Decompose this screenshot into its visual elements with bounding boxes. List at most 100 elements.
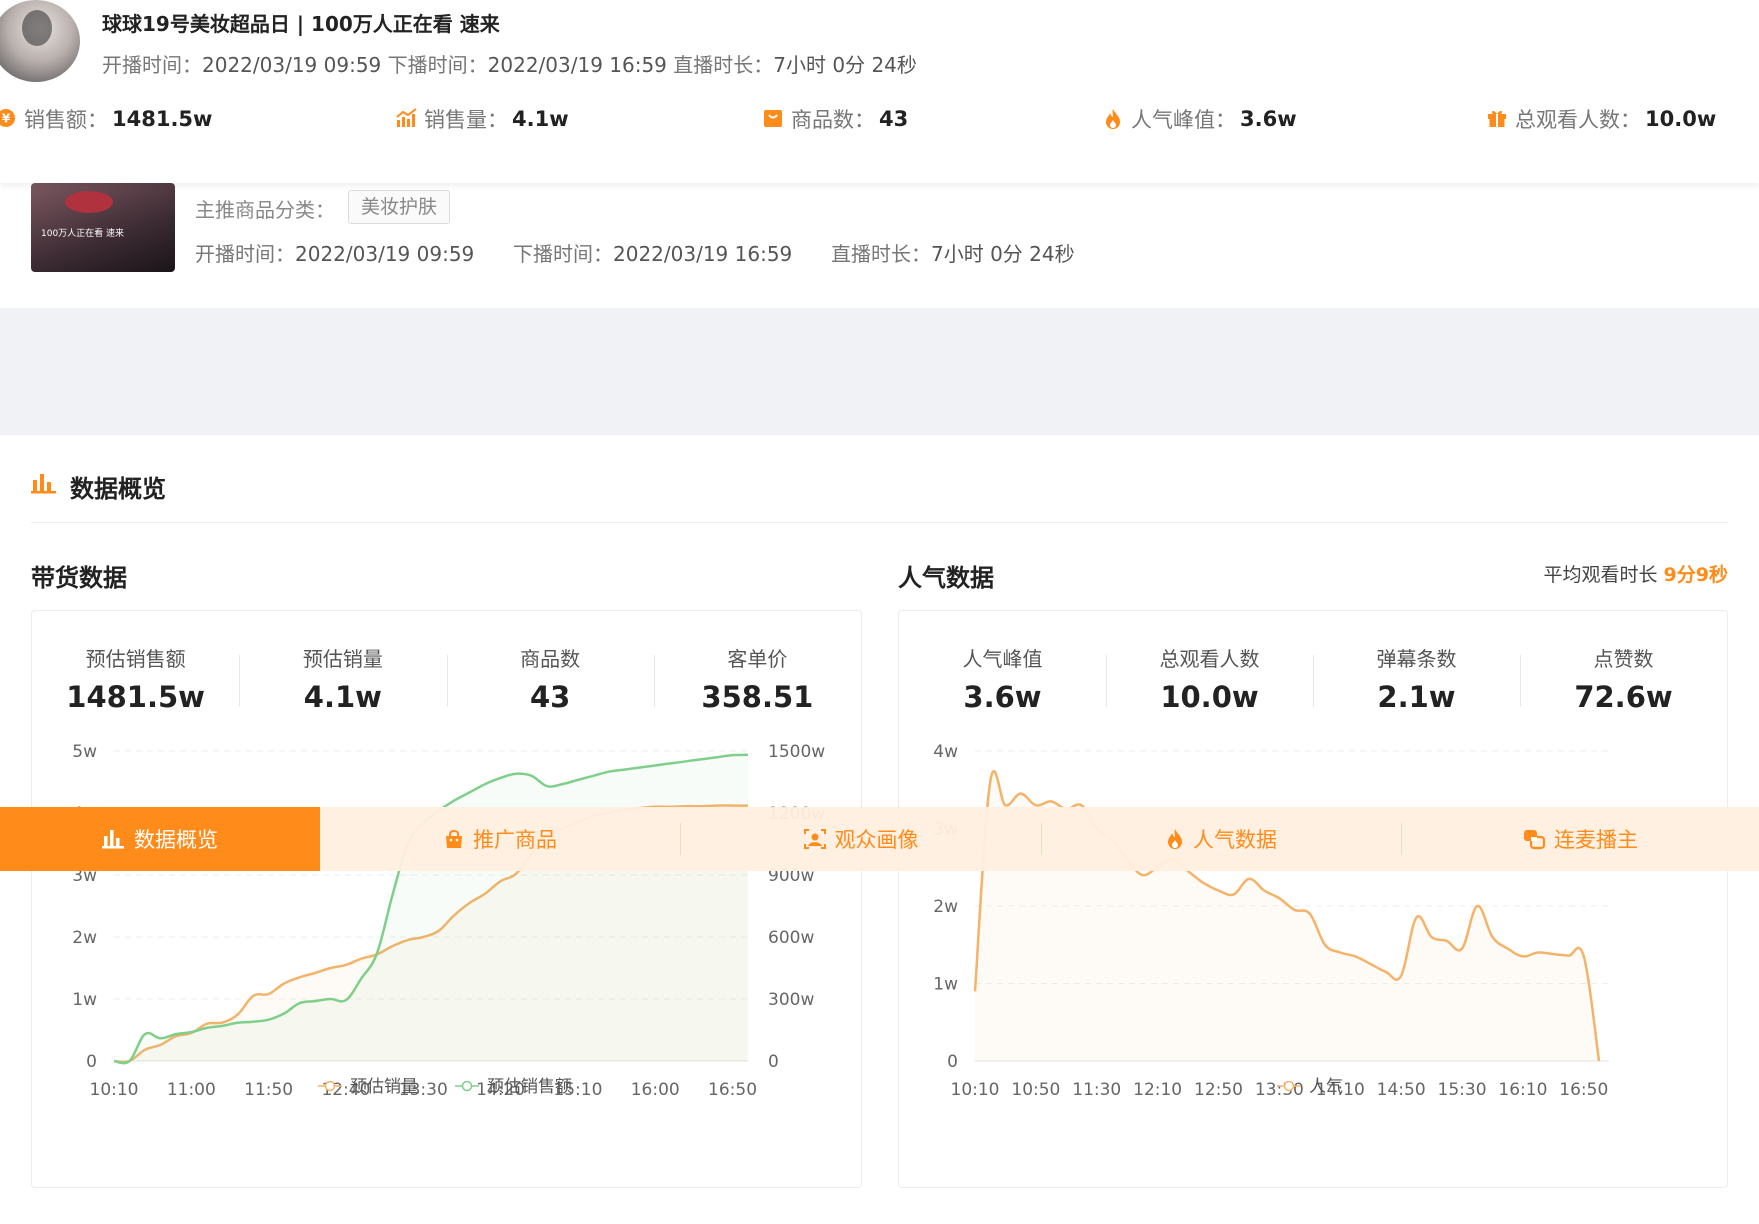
flame-icon xyxy=(1165,828,1185,850)
section-spacer xyxy=(0,308,1759,435)
live-header: 球球19号美妆超品日 | 100万人正在看 速来 开播时间：2022/03/19… xyxy=(0,0,1759,183)
bar-chart-icon xyxy=(31,472,57,498)
stat-label: 人气峰值： xyxy=(1131,108,1236,132)
tab-label: 人气数据 xyxy=(1193,828,1277,852)
x-tick-label: 11:50 xyxy=(244,1080,293,1100)
legend-sales-volume-marker-dot xyxy=(324,1080,336,1092)
tab-label: 数据概览 xyxy=(134,828,218,852)
popularity-chart: 01w2w3w4w10:1010:5011:3012:1012:5013:301… xyxy=(933,742,1609,1100)
y-left-tick-label: 1w xyxy=(72,990,97,1010)
end-time-value: 2022/03/19 16:59 xyxy=(487,53,667,77)
category-label: 主推商品分类： xyxy=(195,198,335,222)
avg-watch-time: 平均观看时长 9分9秒 xyxy=(1543,560,1728,587)
x-tick-label: 16:10 xyxy=(1498,1080,1547,1100)
y-tick-label: 0 xyxy=(947,1052,958,1072)
stat-label: 商品数： xyxy=(791,108,875,132)
stat-product-count: 商品数： 43 xyxy=(763,104,908,134)
legend-sales-volume-label: 预估销量 xyxy=(350,1077,418,1097)
y-right-tick-label: 600w xyxy=(768,928,814,948)
tab-data-overview[interactable]: 数据概览 xyxy=(0,807,320,871)
legend-popularity-marker-dot xyxy=(1283,1080,1295,1092)
start-time-value: 2022/03/19 09:59 xyxy=(295,242,475,266)
stat-value: 10.0w xyxy=(1645,107,1717,131)
live-time-info-secondary: 开播时间：2022/03/19 09:59 下播时间：2022/03/19 16… xyxy=(195,238,1075,267)
x-tick-label: 10:10 xyxy=(90,1080,139,1100)
yen-coin-icon: ¥ xyxy=(0,108,18,130)
live-time-info: 开播时间：2022/03/19 09:59 下播时间：2022/03/19 16… xyxy=(102,49,917,78)
y-right-tick-label: 0 xyxy=(768,1052,779,1072)
tab-promoted-products[interactable]: 推广商品 xyxy=(320,807,680,871)
x-tick-label: 10:10 xyxy=(951,1080,1000,1100)
popularity-section-title: 人气数据 xyxy=(898,564,994,592)
bar-trend-icon xyxy=(396,108,418,130)
avg-watch-value: 9分9秒 xyxy=(1663,564,1728,586)
duration-value: 7小时 0分 24秒 xyxy=(931,242,1075,266)
end-time-label: 下播时间： xyxy=(513,242,613,266)
y-tick-label: 4w xyxy=(933,742,958,762)
overview-title: 数据概览 xyxy=(70,475,166,503)
sales-section-title: 带货数据 xyxy=(31,564,127,592)
tab-label: 推广商品 xyxy=(473,828,557,852)
cover-caption: 100万人正在看 速来 xyxy=(41,229,125,239)
stat-value: 3.6w xyxy=(1240,107,1297,131)
stat-sales-volume: 销售量： 4.1w xyxy=(396,104,569,134)
shopping-bag-icon xyxy=(443,828,465,850)
duration-value: 7小时 0分 24秒 xyxy=(773,53,917,77)
svg-text:¥: ¥ xyxy=(2,112,11,126)
stat-value: 1481.5w xyxy=(112,107,213,131)
x-tick-label: 15:30 xyxy=(1438,1080,1487,1100)
shopping-bag-icon xyxy=(763,108,785,130)
stat-label: 总观看人数： xyxy=(1515,108,1641,132)
legend-sales-amount-label: 预估销售额 xyxy=(487,1077,572,1097)
tab-popularity-data[interactable]: 人气数据 xyxy=(1041,807,1401,871)
legend-popularity-label: 人气 xyxy=(1309,1077,1343,1097)
y-tick-label: 1w xyxy=(933,975,958,995)
stat-value: 43 xyxy=(879,107,909,131)
stat-sales-amount: ¥ 销售额： 1481.5w xyxy=(0,104,212,134)
x-tick-label: 16:50 xyxy=(708,1080,757,1100)
popularity-panel: 人气峰值 3.6w 总观看人数 10.0w 弹幕条数 2.1w 点赞数 72.6w 01… xyxy=(898,610,1728,1188)
legend-sales-amount-marker-dot xyxy=(461,1080,473,1092)
stat-label: 销售量： xyxy=(424,108,508,132)
stat-peak-popularity: 人气峰值： 3.6w xyxy=(1103,104,1297,134)
section-tab-bar: 数据概览 推广商品 观众画像 人气数据 连麦播主 xyxy=(0,807,1759,871)
y-right-tick-label: 1500w xyxy=(768,742,825,762)
sales-chart: 001w300w2w600w3w900w4w1200w5w1500w10:101… xyxy=(72,742,825,1100)
x-tick-label: 12:50 xyxy=(1194,1080,1243,1100)
live-cover-thumbnail[interactable]: 100万人正在看 速来 xyxy=(31,183,175,272)
divider xyxy=(31,522,1728,523)
x-tick-label: 14:50 xyxy=(1377,1080,1426,1100)
sales-panel: 预估销售额 1481.5w 预估销量 4.1w 商品数 43 客单价 358.51 00… xyxy=(31,610,862,1188)
start-time-value: 2022/03/19 09:59 xyxy=(202,53,382,77)
y-left-tick-label: 5w xyxy=(72,742,97,762)
tab-co-streamers[interactable]: 连麦播主 xyxy=(1401,807,1759,871)
start-time-label: 开播时间： xyxy=(102,53,202,77)
portrait-icon xyxy=(803,828,827,850)
gift-icon xyxy=(1487,108,1509,130)
x-tick-label: 12:10 xyxy=(1133,1080,1182,1100)
x-tick-label: 11:00 xyxy=(167,1080,216,1100)
cover-image-detail xyxy=(65,191,113,213)
tab-label: 连麦播主 xyxy=(1554,828,1638,852)
live-title: 球球19号美妆超品日 | 100万人正在看 速来 xyxy=(102,12,500,36)
series-area-1 xyxy=(114,754,748,1064)
y-left-tick-label: 2w xyxy=(72,928,97,948)
x-tick-label: 13:30 xyxy=(1255,1080,1304,1100)
x-tick-label: 10:50 xyxy=(1011,1080,1060,1100)
streamer-avatar[interactable] xyxy=(0,0,80,82)
category-tag: 美妆护肤 xyxy=(348,190,451,224)
end-time-value: 2022/03/19 16:59 xyxy=(613,242,793,266)
y-tick-label: 2w xyxy=(933,897,958,917)
end-time-label: 下播时间： xyxy=(387,53,488,77)
tab-audience-profile[interactable]: 观众画像 xyxy=(680,807,1041,871)
y-left-tick-label: 0 xyxy=(86,1052,97,1072)
x-tick-label: 11:30 xyxy=(1072,1080,1121,1100)
flame-icon xyxy=(1103,108,1125,130)
bar-chart-icon xyxy=(102,829,126,849)
start-time-label: 开播时间： xyxy=(195,242,295,266)
stat-total-viewers: 总观看人数： 10.0w xyxy=(1487,104,1716,134)
y-right-tick-label: 300w xyxy=(768,990,814,1010)
stat-value: 4.1w xyxy=(512,107,569,131)
tab-label: 观众画像 xyxy=(834,828,919,852)
duration-label: 直播时长： xyxy=(831,242,931,266)
